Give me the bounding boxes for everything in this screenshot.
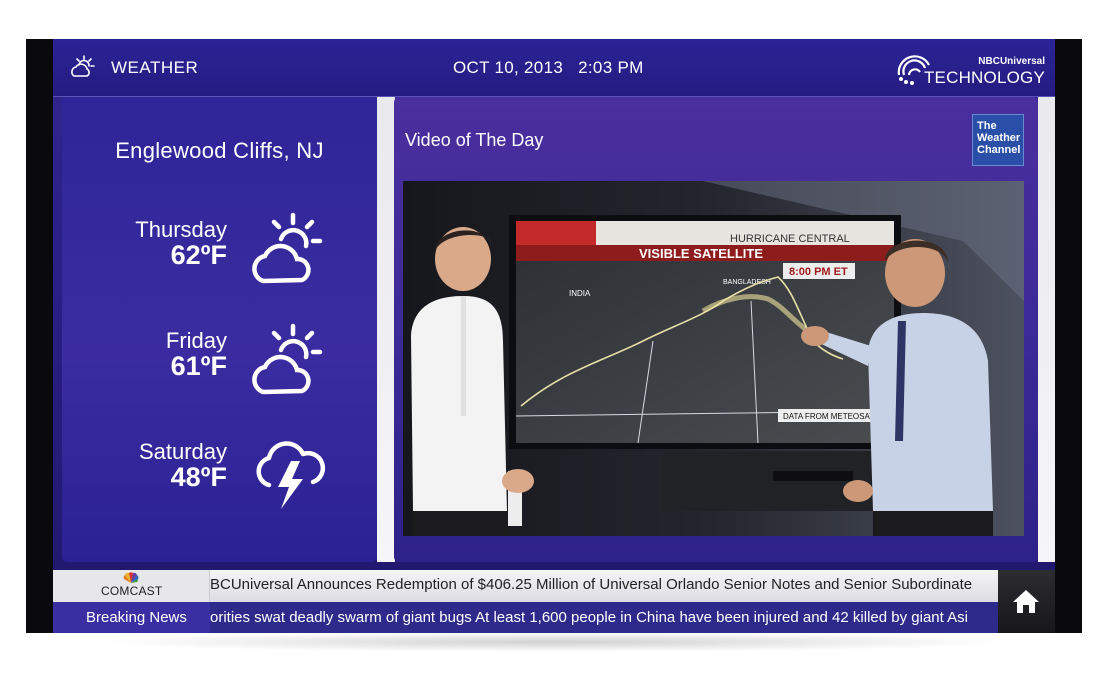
video-title: Video of The Day: [405, 130, 544, 150]
date-time: OCT 10, 2013 2:03 PM: [453, 58, 644, 78]
screen-headline: VISIBLE SATELLITE: [639, 246, 763, 261]
peacock-icon: [123, 572, 139, 583]
screen-region-india: INDIA: [569, 289, 591, 298]
forecast-item: Thursday 62ºF: [62, 209, 377, 299]
forecast-item: Friday 61ºF: [62, 320, 377, 410]
breaking-news-text: Breaking News: [86, 609, 187, 626]
city-name: Englewood Cliffs, NJ: [115, 138, 324, 163]
partly-sunny-icon: [252, 212, 323, 284]
brand-main-text: TECHNOLOGY: [923, 68, 1045, 87]
partly-sunny-icon: [252, 323, 323, 395]
video-frame: HURRICANE CENTRAL VISIBLE SATELLITE 8:00…: [403, 181, 1024, 536]
panel-gutter: [377, 97, 395, 562]
forecast-temp: 61ºF: [170, 351, 227, 381]
date-text: OCT 10, 2013: [453, 58, 564, 77]
time-text: 2:03 PM: [578, 58, 644, 77]
top-bar: WEATHER OCT 10, 2013 2:03 PM NBCUniversa…: [53, 39, 1055, 97]
forecast-temp: 48ºF: [170, 462, 227, 492]
tv-screen: WEATHER OCT 10, 2013 2:03 PM NBCUniversa…: [53, 39, 1055, 633]
news-ticker-text: BCUniversal Announces Redemption of $406…: [210, 576, 973, 593]
weather-icon: [71, 55, 95, 77]
thunderstorm-icon: [256, 441, 326, 509]
breaking-ticker-text: orities swat deadly swarm of giant bugs …: [210, 609, 968, 626]
sponsor-name: COMCAST: [101, 584, 163, 598]
home-button[interactable]: [998, 570, 1055, 633]
screen-region-bangladesh: BANGLADESH: [723, 279, 771, 286]
weather-channel-logo: The Weather Channel: [972, 114, 1024, 166]
panel-gutter: [1038, 97, 1055, 562]
nbcu-technology-logo: NBCUniversal TECHNOLOGY: [895, 47, 1045, 91]
screen-source: DATA FROM METEOSAT: [783, 412, 874, 421]
weather-panel: Englewood Cliffs, NJ Thursday 62ºF Frida…: [62, 97, 377, 562]
forecast-item: Saturday 48ºF: [62, 431, 377, 521]
comcast-logo: COMCAST: [53, 570, 210, 602]
brand-top-text: NBCUniversal: [978, 56, 1045, 67]
video-player[interactable]: HURRICANE CENTRAL VISIBLE SATELLITE 8:00…: [403, 181, 1024, 536]
forecast-temp: 62ºF: [170, 240, 227, 270]
breaking-news-label: Breaking News: [53, 602, 210, 633]
weather-label: WEATHER: [111, 58, 199, 77]
video-panel: Video of The Day The Weather Channel HUR…: [394, 97, 1038, 562]
tv-shadow: [95, 632, 1015, 652]
screen-banner: HURRICANE CENTRAL: [730, 233, 850, 245]
home-icon: [1013, 590, 1039, 613]
page: WEATHER OCT 10, 2013 2:03 PM NBCUniversa…: [0, 0, 1110, 695]
screen-time: 8:00 PM ET: [789, 266, 848, 278]
